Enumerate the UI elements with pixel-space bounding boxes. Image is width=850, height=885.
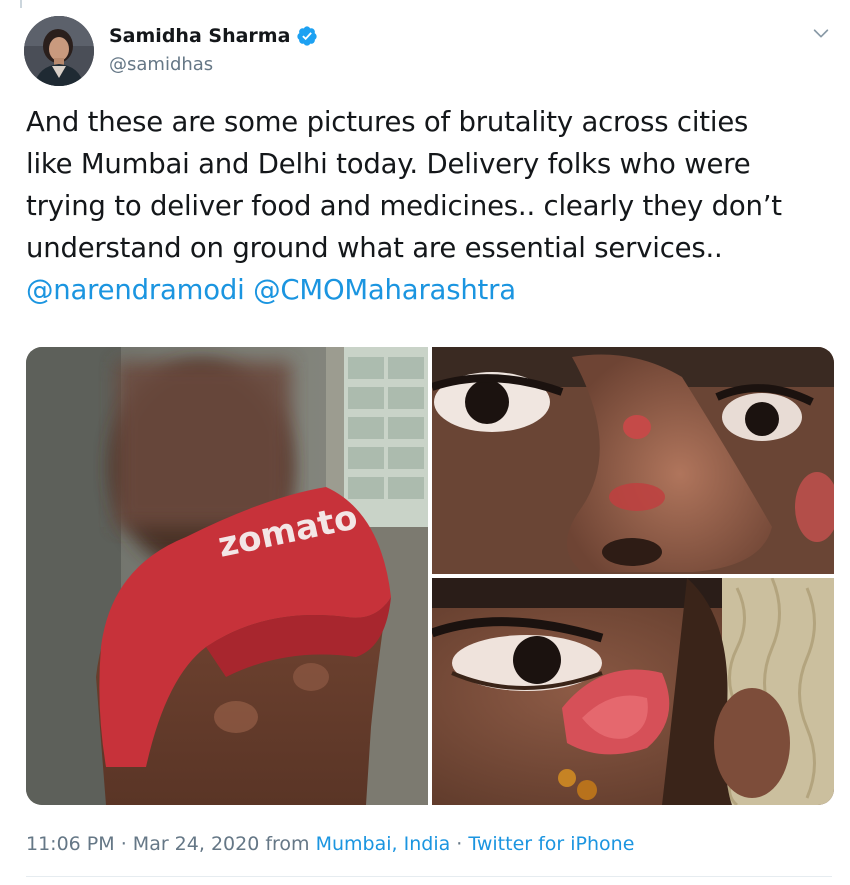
- verified-badge-icon: [297, 26, 318, 46]
- tweet-date[interactable]: Mar 24, 2020: [133, 833, 260, 855]
- location-link[interactable]: Mumbai, India: [316, 833, 451, 855]
- from-label: from: [265, 833, 310, 855]
- tweet-text-line: And these are some pictures of brutality…: [26, 106, 749, 138]
- tweet-text-line: understand on ground what are essential …: [26, 232, 723, 264]
- author-names: Samidha Sharma @samidhas: [109, 22, 318, 75]
- tweet-text: And these are some pictures of brutality…: [26, 101, 831, 311]
- tweet-card: Samidha Sharma @samidhas And these are s…: [0, 0, 850, 885]
- tweet-footer: 11:06 PM · Mar 24, 2020 from Mumbai, Ind…: [26, 833, 634, 855]
- thread-line: [20, 0, 22, 8]
- tweet-time[interactable]: 11:06 PM: [26, 833, 115, 855]
- mention-link-cmomaharashtra[interactable]: @CMOMaharashtra: [253, 274, 516, 306]
- photo-cheek-injury-image: [432, 578, 834, 805]
- photo-back-injury-image: zomato: [26, 347, 428, 805]
- mention-link-narendramodi[interactable]: @narendramodi: [26, 274, 245, 306]
- tweet-text-line: like Mumbai and Delhi today. Delivery fo…: [26, 148, 751, 180]
- photo-nose-injury[interactable]: [432, 347, 834, 574]
- separator: ·: [120, 833, 127, 855]
- display-name-row: Samidha Sharma: [109, 22, 318, 50]
- tweet-text-line: trying to deliver food and medicines.. c…: [26, 190, 782, 222]
- photo-back-injury[interactable]: zomato: [26, 347, 428, 805]
- chevron-down-icon[interactable]: [810, 22, 832, 44]
- avatar[interactable]: [24, 16, 94, 86]
- profile-photo-icon: [24, 16, 94, 86]
- mentions-line: @narendramodi @CMOMaharashtra: [26, 269, 831, 311]
- source-link[interactable]: Twitter for iPhone: [468, 833, 634, 855]
- display-name[interactable]: Samidha Sharma: [109, 25, 290, 47]
- tweet-header: Samidha Sharma @samidhas: [24, 14, 832, 88]
- media-grid: zomato: [26, 347, 834, 805]
- photo-cheek-injury[interactable]: [432, 578, 834, 805]
- separator: ·: [456, 833, 463, 855]
- handle[interactable]: @samidhas: [109, 54, 318, 75]
- photo-nose-injury-image: [432, 347, 834, 574]
- divider: [26, 876, 832, 877]
